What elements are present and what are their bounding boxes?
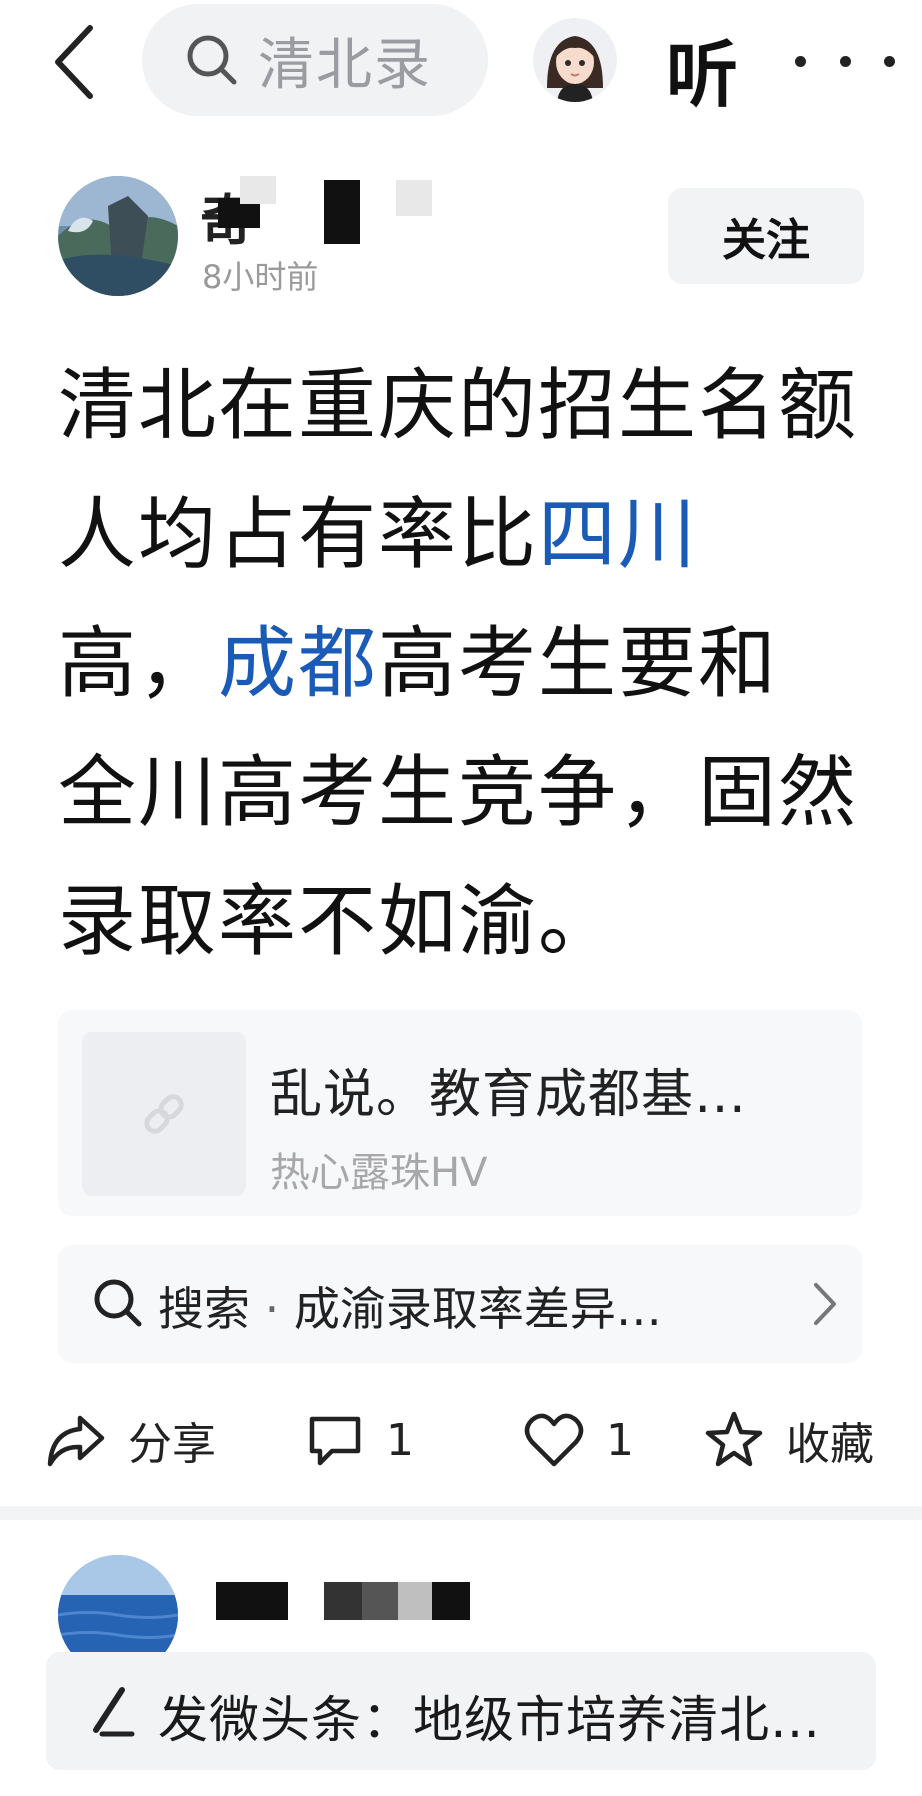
share-label: 分享 bbox=[128, 1419, 216, 1470]
action-bar: 分享 1 1 收藏 bbox=[0, 1390, 922, 1490]
post-text: 清北在重庆的招生名额人均占有率比 bbox=[58, 361, 859, 580]
name-mosaic bbox=[398, 1582, 432, 1620]
link-icon bbox=[144, 1094, 184, 1134]
back-button[interactable] bbox=[44, 22, 104, 102]
compose-prompt: 发微头条：地级市培养清北… bbox=[158, 1691, 821, 1749]
name-mosaic bbox=[432, 1582, 470, 1620]
favorite-button[interactable]: 收藏 bbox=[704, 1390, 874, 1490]
share-button[interactable]: 分享 bbox=[46, 1390, 216, 1490]
search-separator: · bbox=[264, 1282, 280, 1336]
more-dot-icon bbox=[839, 55, 851, 67]
heart-icon bbox=[524, 1413, 584, 1467]
star-icon bbox=[705, 1411, 763, 1467]
chevron-left-icon bbox=[55, 25, 93, 99]
comment-count: 1 bbox=[386, 1414, 414, 1466]
author-name[interactable]: 奇 bbox=[200, 176, 440, 252]
topic-link-sichuan[interactable]: 四川 bbox=[538, 490, 698, 580]
post-time: 8小时前 bbox=[202, 258, 319, 296]
compose-bar[interactable]: 发微头条：地级市培养清北… bbox=[46, 1652, 876, 1770]
assistant-avatar-icon bbox=[533, 18, 617, 102]
more-button[interactable] bbox=[795, 36, 895, 86]
comment-button[interactable]: 1 bbox=[306, 1390, 414, 1490]
listen-avatar[interactable] bbox=[533, 18, 617, 102]
like-count: 1 bbox=[606, 1414, 634, 1466]
search-prefix: 搜索 bbox=[158, 1282, 250, 1336]
name-mosaic bbox=[396, 180, 432, 216]
favorite-label: 收藏 bbox=[786, 1419, 874, 1470]
search-query: 清北录 bbox=[258, 32, 432, 98]
author-avatar[interactable] bbox=[58, 176, 178, 296]
link-source: 热心露珠HV bbox=[270, 1150, 488, 1196]
like-button[interactable]: 1 bbox=[524, 1390, 634, 1490]
top-bar: 清北录 听 bbox=[0, 0, 922, 125]
link-title: 乱说。教育成都基… bbox=[270, 1065, 748, 1125]
name-mosaic bbox=[324, 180, 360, 244]
post-body: 清北在重庆的招生名额人均占有率比四川高，成都高考生要和全川高考生竞争，固然录取率… bbox=[58, 342, 858, 987]
name-mosaic bbox=[362, 1582, 398, 1620]
search-suggestion[interactable]: 搜索 · 成渝录取率差异… bbox=[58, 1245, 862, 1363]
search-suggestion-query: 成渝录取率差异… bbox=[293, 1282, 662, 1336]
name-mosaic bbox=[324, 1582, 362, 1620]
more-dot-icon bbox=[795, 55, 806, 67]
landscape-avatar-icon bbox=[58, 176, 178, 296]
link-thumbnail bbox=[82, 1032, 246, 1196]
search-suggestion-text: 搜索 · 成渝录取率差异… bbox=[158, 1273, 662, 1339]
search-bar[interactable]: 清北录 bbox=[142, 4, 488, 116]
name-mosaic bbox=[216, 1582, 288, 1620]
post-text: 高， bbox=[58, 619, 219, 709]
search-icon bbox=[187, 35, 237, 85]
pen-icon bbox=[93, 1687, 135, 1737]
search-icon bbox=[94, 1279, 142, 1327]
quoted-link-card[interactable]: 乱说。教育成都基… 热心露珠HV bbox=[58, 1010, 862, 1216]
share-icon bbox=[47, 1415, 105, 1467]
section-divider bbox=[0, 1506, 922, 1520]
chevron-right-icon bbox=[814, 1283, 836, 1325]
comment-icon bbox=[309, 1416, 361, 1466]
follow-button[interactable]: 关注 bbox=[668, 188, 864, 284]
more-dot-icon bbox=[884, 55, 895, 67]
name-mosaic bbox=[240, 176, 276, 204]
listen-button[interactable]: 听 bbox=[666, 16, 738, 121]
next-author-name[interactable] bbox=[200, 1560, 480, 1640]
topic-link-chengdu[interactable]: 成都 bbox=[218, 619, 378, 709]
